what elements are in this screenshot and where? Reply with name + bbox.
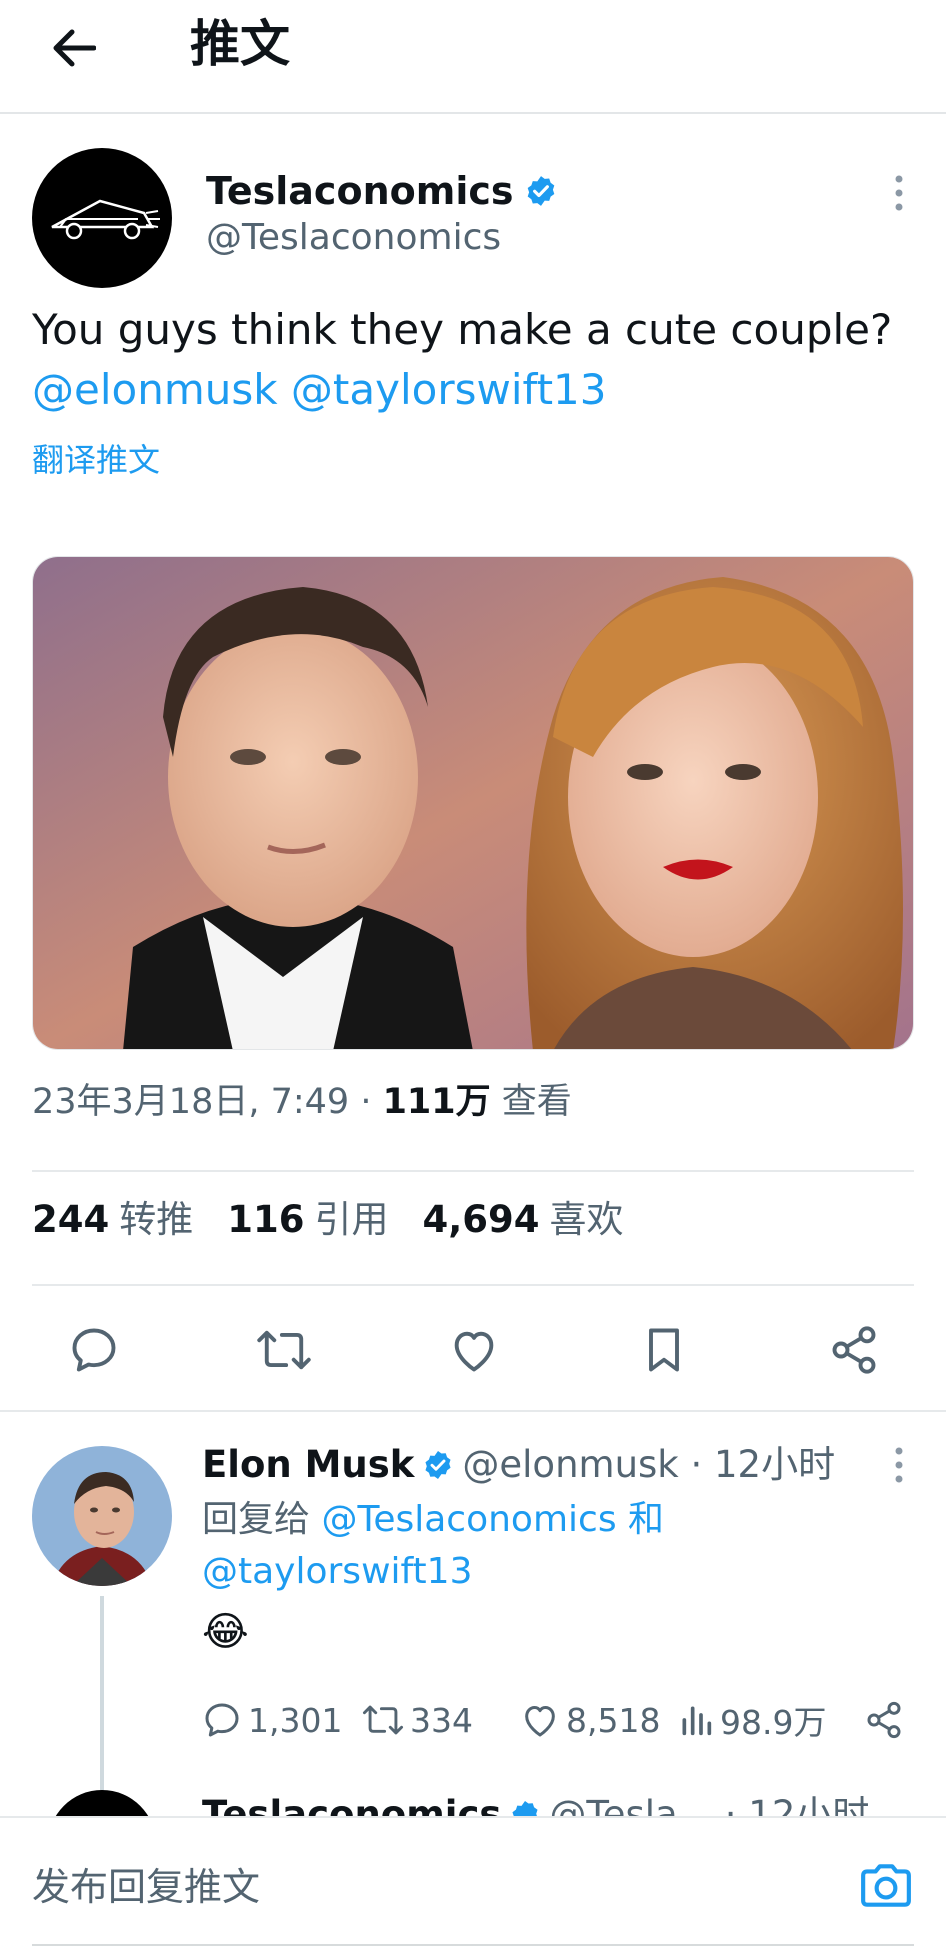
quotes-stat[interactable]: 116 引用 — [227, 1196, 388, 1244]
more-icon — [895, 1447, 903, 1483]
views-count: 98.9万 — [720, 1703, 827, 1742]
share-button[interactable] — [814, 1310, 894, 1390]
reply-composer: 发布回复推文 — [0, 1816, 946, 1950]
bookmark-icon — [649, 1328, 679, 1372]
divider — [32, 1284, 914, 1286]
cybertruck-logo-icon — [51, 199, 160, 240]
retweets-stat[interactable]: 244 转推 — [32, 1196, 193, 1244]
author-handle[interactable]: @Teslaconomics — [206, 216, 501, 260]
reply-reply-button[interactable]: 1,301 — [202, 1690, 342, 1750]
reply-share-button[interactable] — [864, 1690, 904, 1750]
retweet-icon — [257, 1330, 311, 1370]
back-button[interactable] — [46, 20, 102, 76]
avatar[interactable] — [32, 1446, 172, 1586]
page-title: 推文 — [190, 15, 290, 73]
camera-button[interactable] — [856, 1856, 916, 1916]
verified-badge-icon — [527, 176, 554, 206]
reply-author-name[interactable]: Elon Musk — [202, 1440, 414, 1490]
mention-link[interactable]: @Teslaconomics — [321, 1499, 616, 1540]
top-bar: 推文 — [0, 0, 946, 114]
tweet-meta: 23年3月18日, 7:49 · 111万 查看 — [32, 1078, 572, 1126]
more-button[interactable] — [884, 1440, 914, 1490]
reply-count: 1,301 — [248, 1700, 343, 1740]
likes-stat[interactable]: 4,694 喜欢 — [422, 1196, 623, 1244]
share-icon — [832, 1326, 876, 1374]
author-name[interactable]: Teslaconomics — [206, 168, 558, 214]
reply-button[interactable] — [54, 1310, 134, 1390]
more-button[interactable] — [884, 168, 914, 218]
reply-icon — [205, 1703, 239, 1737]
reply-like-button[interactable]: 8,518 — [520, 1690, 660, 1750]
tweet-body: You guys think they make a cute couple? — [32, 305, 893, 354]
tweet-image[interactable] — [32, 556, 914, 1050]
share-icon — [867, 1701, 901, 1739]
retweet-count: 334 — [410, 1700, 473, 1740]
avatar[interactable] — [32, 148, 172, 288]
like-icon — [454, 1331, 494, 1372]
views-count: 111万 — [382, 1082, 491, 1122]
tweet-actions — [32, 1310, 914, 1390]
composer-underline — [32, 1944, 914, 1946]
verified-badge-icon — [425, 1451, 451, 1479]
translate-link[interactable]: 翻译推文 — [32, 438, 160, 482]
mention-link[interactable]: @taylorswift13 — [202, 1551, 472, 1592]
timestamp: 23年3月18日, 7:49 · — [32, 1082, 383, 1122]
retweet-icon — [362, 1705, 404, 1735]
bookmark-button[interactable] — [624, 1310, 704, 1390]
photo-illustration — [33, 557, 913, 1049]
mention-link[interactable]: @elonmusk — [32, 365, 278, 414]
views-label: 查看 — [490, 1082, 572, 1122]
next-reply-header: Teslaconomics @Tesla... · 12小时 — [202, 1790, 869, 1816]
mention-link[interactable]: @taylorswift13 — [291, 365, 607, 414]
reply-icon — [72, 1328, 116, 1372]
reply-emoji: 😂 — [202, 1609, 249, 1655]
section-divider — [0, 1410, 946, 1412]
like-icon — [525, 1706, 555, 1737]
camera-icon — [861, 1864, 911, 1907]
reply-views-button[interactable]: 98.9万 — [678, 1690, 826, 1750]
reply-actions: 1,301 334 8,518 98.9万 — [202, 1690, 914, 1750]
reply-to-line: 回复给 @Teslaconomics 和 @taylorswift13 — [202, 1494, 802, 1598]
author-name-text: Teslaconomics — [206, 169, 514, 213]
next-author-name[interactable]: Teslaconomics — [202, 1790, 501, 1816]
avatar-illustration — [32, 1446, 172, 1586]
reply-retweet-button[interactable]: 334 — [362, 1690, 473, 1750]
views-icon — [682, 1706, 712, 1736]
reply-header: Elon Musk @elonmusk · 12小时 — [202, 1440, 835, 1490]
back-arrow-icon — [53, 29, 96, 67]
divider — [32, 1170, 914, 1172]
avatar[interactable] — [48, 1790, 156, 1816]
next-reply-preview[interactable]: Teslaconomics @Tesla... · 12小时 — [32, 1782, 914, 1816]
more-icon — [895, 175, 903, 211]
reply-and: 和 — [616, 1499, 665, 1540]
reply-input[interactable]: 发布回复推文 — [32, 1862, 260, 1912]
verified-badge-icon — [512, 1801, 538, 1816]
like-count: 8,518 — [566, 1700, 661, 1740]
tweet-stats: 244 转推 116 引用 4,694 喜欢 — [32, 1196, 624, 1244]
reply-author-handle[interactable]: @elonmusk · 12小时 — [462, 1440, 835, 1490]
like-button[interactable] — [434, 1310, 514, 1390]
tweet-text: You guys think they make a cute couple? … — [32, 300, 932, 420]
next-author-handle[interactable]: @Tesla... · 12小时 — [549, 1790, 869, 1816]
retweet-button[interactable] — [244, 1310, 324, 1390]
thread-line — [100, 1596, 104, 1796]
reply-prefix: 回复给 — [202, 1499, 322, 1540]
